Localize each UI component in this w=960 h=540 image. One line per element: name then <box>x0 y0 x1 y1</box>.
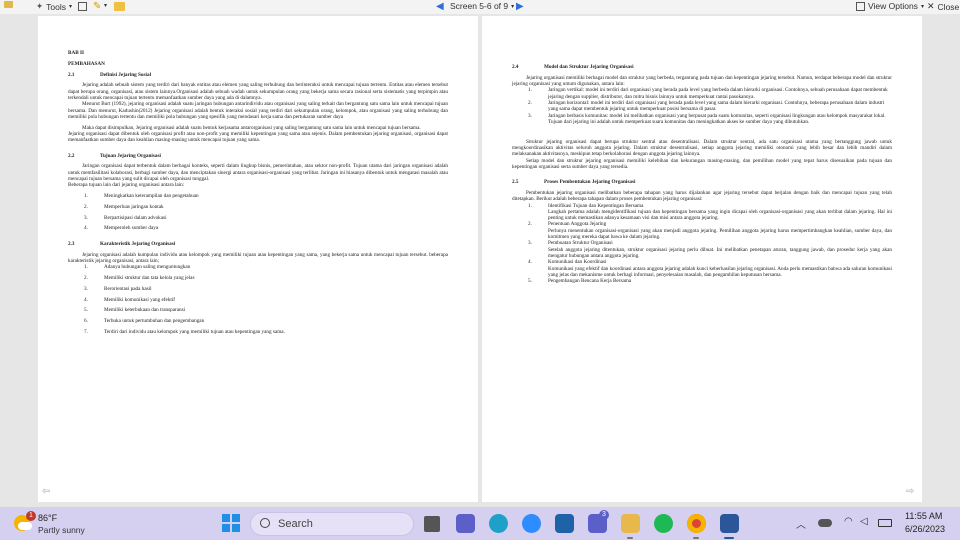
list-item: 4. Memiliki komunikasi yang efektif <box>84 296 176 303</box>
chrome-icon[interactable] <box>687 514 706 533</box>
spotify-icon[interactable] <box>654 514 673 533</box>
close-icon: ✕ <box>927 1 935 11</box>
list-item: 2. Memperluas jaringan kontak <box>84 203 164 210</box>
comment-icon[interactable] <box>114 2 125 11</box>
close-label: Close <box>937 1 960 12</box>
list-item: 6. Terbuka untuk pertumbuhan dan pengemba… <box>84 318 205 325</box>
notification-badge: 3 <box>599 510 609 520</box>
reading-mode-icon[interactable] <box>78 2 87 11</box>
paragraph: Setiap model dan struktur jejaring organ… <box>512 157 892 170</box>
close-button[interactable]: ✕ Close <box>927 1 959 12</box>
list-item: 4. Komunikasi dan Koordinasi <box>528 259 607 266</box>
list-item: 3. Berorientasi pada hasil <box>84 285 152 292</box>
chevron-down-icon: ▾ <box>68 4 72 10</box>
notification-badge: 1 <box>26 511 36 521</box>
battery-icon[interactable] <box>878 519 892 527</box>
file-explorer-icon[interactable] <box>621 514 640 533</box>
left-page: BAB II PEMBAHASAN 2.1 Definisi Jejaring S… <box>38 16 478 502</box>
section-heading: 2.3 Karakteristik Jejaring Organisasi <box>68 240 176 247</box>
video-chat-icon[interactable] <box>456 514 475 533</box>
wifi-icon[interactable]: ◠ <box>844 516 853 527</box>
list-item-description: Komunikasi yang efektif dan koordinasi a… <box>548 265 892 278</box>
task-view-icon[interactable] <box>424 516 440 532</box>
chevron-down-icon: ▾ <box>511 3 515 10</box>
weather-cloud-icon <box>18 522 32 530</box>
view-options-icon <box>856 1 865 11</box>
right-page: 2.4 Model dan Struktur Jejaring Organisas… <box>482 16 922 502</box>
word-icon[interactable] <box>720 514 739 533</box>
chevron-down-icon[interactable]: ▾ <box>104 2 107 9</box>
cloud-icon[interactable] <box>818 519 832 527</box>
list-item-description: Setelah anggota jejaring ditentukan, str… <box>548 246 892 259</box>
list-item: 5. Pengembangan Rencana Kerja Bersama <box>528 278 632 285</box>
list-item-description: Perlunya menentukan organisasi-organisas… <box>548 227 892 241</box>
list-item: 1. Adanya hubungan saling menguntungkan <box>84 264 191 271</box>
next-page-arrow-icon[interactable]: ⇨ <box>906 486 914 497</box>
zoom-icon[interactable] <box>522 514 541 533</box>
edge-browser-icon[interactable] <box>489 514 508 533</box>
reading-toolbar: ✦ Tools ▾ ✎ ▾ ◀ Screen 5-6 of 9 ▾ ▶ View… <box>0 0 960 14</box>
running-indicator <box>693 537 699 539</box>
stack-app-icon[interactable] <box>555 514 574 533</box>
tools-menu[interactable]: ✦ Tools ▾ <box>36 1 72 12</box>
list-item: 7. Terdiri dari individu atau kelompok ya… <box>84 328 285 335</box>
section-heading: 2.2 Tujuan Jejaring Organisasi <box>68 152 161 159</box>
section-heading: 2.4 Model dan Struktur Jejaring Organisas… <box>512 64 634 70</box>
list-item: 2. Penentuan Anggota Jejaring <box>528 221 607 228</box>
section-heading: 2.1 Definisi Jejaring Sosial <box>68 71 152 78</box>
weather-widget[interactable]: 1 86°F Partly sunny <box>12 510 92 537</box>
view-options-menu[interactable]: View Options ▾ <box>856 1 924 11</box>
screen-label: Screen 5-6 of 9 <box>450 1 509 11</box>
prev-screen-button[interactable]: ◀ <box>436 0 444 14</box>
weather-desc: Partly sunny <box>38 525 85 535</box>
search-label: Search <box>278 518 313 530</box>
list-item: 1. Jaringan vertikal: model ini terdiri d… <box>528 87 888 100</box>
clock-time[interactable]: 11:55 AM <box>905 511 942 521</box>
list-item: 3. Pembuatan Struktur Organisasi <box>528 240 613 247</box>
chevron-down-icon: ▾ <box>920 3 924 10</box>
clock-date[interactable]: 6/26/2023 <box>905 524 945 534</box>
list-item: 4. Memperoleh sumber daya <box>84 225 159 232</box>
document-area[interactable]: BAB II PEMBAHASAN 2.1 Definisi Jejaring S… <box>0 14 960 507</box>
paragraph: Jejaring organisasi dapat dibentuk oleh … <box>68 130 448 144</box>
paragraph: Jejaring adalah sebuah sistem yang terdi… <box>68 82 448 101</box>
speaker-icon[interactable]: ◁ <box>860 516 868 527</box>
list-item: 1. Identifikasi Tujuan dan Kepentingan Be… <box>528 202 644 209</box>
paragraph: Jejaring organisasi memiliki berbagai mo… <box>512 74 892 88</box>
wrench-icon: ✦ <box>36 1 44 11</box>
weather-temp: 86°F <box>38 513 58 523</box>
search-box[interactable]: Search <box>250 512 414 536</box>
paragraph: Menurut Burt (1992), jejaring organisasi… <box>68 101 448 120</box>
section-heading: 2.5 Proses Pembentukan Jejaring Organisas… <box>512 179 636 186</box>
chevron-up-icon[interactable]: ︿ <box>796 516 806 531</box>
paragraph: Pembentukan jejaring organisasi melibatk… <box>512 189 892 203</box>
taskbar: 1 86°F Partly sunny Search 3 ︿ ◠ ◁ 11:55… <box>0 507 960 540</box>
paragraph: Jejaring organisasi adalah kumpulan indi… <box>68 251 448 264</box>
running-indicator <box>724 537 734 539</box>
view-options-label: View Options <box>868 1 918 11</box>
list-item: 2. Jaringan horizontal: model ini terdiri… <box>528 99 885 113</box>
start-button[interactable] <box>222 514 240 532</box>
next-screen-button[interactable]: ▶ <box>516 0 524 14</box>
list-item: 3. Jaringan berbasis komunitas: model ini… <box>528 112 886 125</box>
list-item: 1. Meningkatkan keterampilan dan pengetah… <box>84 193 199 200</box>
list-item: 3. Berpartisipasi dalam advokasi <box>84 214 167 221</box>
highlighter-icon[interactable]: ✎ <box>93 1 101 12</box>
previous-page-arrow-icon[interactable]: ⇦ <box>42 486 50 497</box>
search-icon <box>260 518 270 528</box>
screen-indicator[interactable]: Screen 5-6 of 9 ▾ <box>450 1 514 11</box>
folder-icon[interactable] <box>4 1 13 8</box>
tools-label: Tools <box>46 1 66 12</box>
running-indicator <box>627 537 633 539</box>
paragraph: Jaringan organisasi dapat terbentuk dala… <box>68 163 448 182</box>
paragraph: Struktur jejaring organisasi dapat berup… <box>512 138 892 158</box>
list-item: 2. Memiliki struktur dan tata kelola yang… <box>84 274 195 281</box>
list-item-description: Langkah pertama adalah mengidentifikasi … <box>548 208 892 222</box>
list-item: 5. Memiliki keterbukaan dan transparansi <box>84 307 186 314</box>
